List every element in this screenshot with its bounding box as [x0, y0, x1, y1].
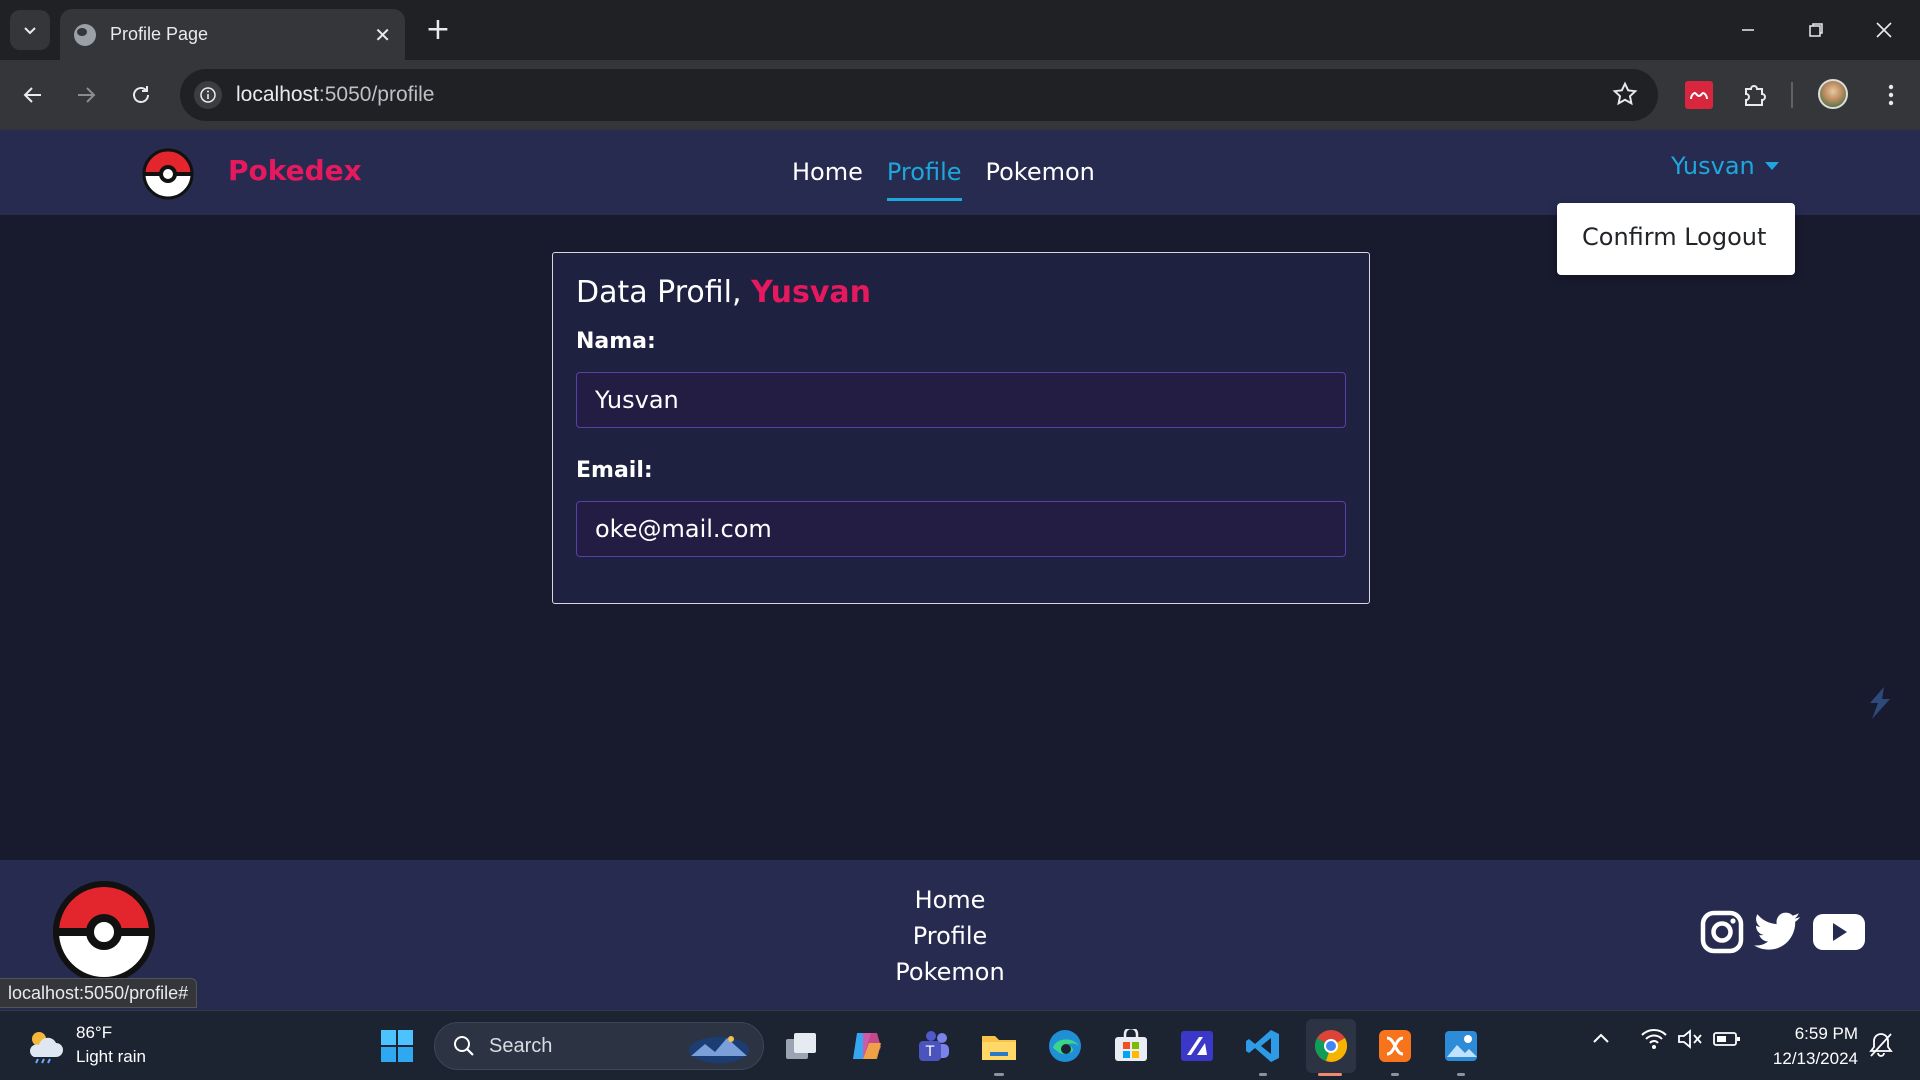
url-text[interactable]: localhost:5050/profile [236, 83, 434, 107]
bookmark-star-icon[interactable] [1612, 81, 1638, 111]
running-indicator [1457, 1073, 1465, 1076]
user-name: Yusvan [1671, 152, 1755, 180]
clock-time: 6:59 PM [1794, 1024, 1858, 1043]
reload-icon [133, 86, 149, 103]
tab-close-icon[interactable]: ✕ [374, 23, 391, 47]
footer-pokeball-icon [52, 881, 156, 983]
minimize-icon [1742, 29, 1754, 31]
floating-tool-icon[interactable] [1864, 685, 1896, 721]
footer-link-profile[interactable]: Profile [860, 918, 1040, 954]
windows-logo-icon [381, 1030, 413, 1062]
microsoft-store-icon[interactable] [1110, 1025, 1152, 1067]
nav-pokemon[interactable]: Pokemon [974, 130, 1107, 215]
battery-icon[interactable] [1712, 1027, 1742, 1051]
footer-link-pokemon[interactable]: Pokemon [860, 954, 1040, 990]
active-indicator [1318, 1073, 1342, 1076]
extensions-puzzle-icon[interactable] [1740, 81, 1768, 109]
browser-toolbar: localhost:5050/profile [0, 60, 1920, 130]
close-window-button[interactable] [1850, 0, 1918, 60]
clock-date: 12/13/2024 [1772, 1049, 1858, 1068]
user-dropdown-menu: Confirm Logout [1557, 203, 1795, 275]
new-tab-button[interactable]: + [420, 12, 456, 48]
browser-menu-icon[interactable] [1877, 81, 1905, 109]
running-indicator [994, 1073, 1004, 1076]
profile-avatar[interactable] [1818, 79, 1848, 109]
globe-icon [74, 23, 96, 46]
name-field[interactable]: Yusvan [576, 372, 1346, 428]
profile-title: Data Profil, Yusvan [576, 275, 871, 310]
restore-icon [1809, 23, 1823, 37]
running-indicator [1259, 1073, 1267, 1076]
email-label: Email: [576, 458, 653, 483]
social-links [1700, 910, 1866, 954]
browser-tabbar: Profile Page ✕ + [0, 0, 1920, 60]
site-footer: Home Profile Pokemon [0, 860, 1920, 1010]
confirm-logout-item[interactable]: Confirm Logout [1582, 223, 1766, 251]
close-icon [1876, 22, 1892, 38]
instagram-icon[interactable] [1700, 910, 1744, 954]
toolbar-divider [1791, 82, 1793, 108]
copilot-icon[interactable] [846, 1025, 888, 1067]
reload-button[interactable] [123, 77, 159, 113]
taskbar-search[interactable]: Search [434, 1022, 764, 1070]
chrome-taskbar-icon[interactable] [1306, 1019, 1356, 1073]
taskbar-clock[interactable]: 6:59 PM 12/13/2024 [1752, 1021, 1858, 1071]
volume-muted-icon[interactable] [1676, 1027, 1704, 1051]
footer-links: Home Profile Pokemon [860, 882, 1040, 990]
chevron-up-icon[interactable] [1590, 1028, 1612, 1050]
twitter-icon[interactable] [1754, 912, 1802, 952]
start-button[interactable] [376, 1025, 418, 1067]
profile-card: Data Profil, Yusvan Nama: Yusvan Email: … [552, 252, 1370, 604]
pokeball-logo-icon[interactable] [142, 148, 194, 200]
link-status-bubble: localhost:5050/profile# [0, 978, 198, 1008]
teams-icon[interactable]: T [912, 1025, 954, 1067]
nav-profile[interactable]: Profile [875, 130, 974, 215]
weather-condition: Light rain [76, 1047, 146, 1066]
main-nav: Home Profile Pokemon [780, 130, 1107, 215]
browser-tab[interactable]: Profile Page ✕ [60, 9, 405, 60]
youtube-icon[interactable] [1812, 912, 1866, 952]
back-button[interactable] [15, 77, 51, 113]
svg-text:T: T [925, 1044, 935, 1060]
file-explorer-icon[interactable] [978, 1025, 1020, 1067]
tab-title: Profile Page [110, 24, 209, 44]
tab-search-button[interactable] [10, 10, 50, 50]
address-bar[interactable]: localhost:5050/profile [180, 69, 1658, 121]
profile-title-name: Yusvan [751, 275, 871, 310]
azure-studio-icon[interactable] [1176, 1025, 1218, 1067]
edge-icon[interactable] [1044, 1025, 1086, 1067]
cloud-rain-sun-icon [30, 1032, 63, 1064]
weather-temperature: 86°F [76, 1023, 113, 1042]
search-highlight-icon [689, 1036, 749, 1063]
task-view-icon[interactable] [780, 1025, 822, 1067]
caret-down-icon [1764, 162, 1779, 170]
brand-name[interactable]: Pokedex [228, 154, 362, 187]
forward-button[interactable] [68, 77, 104, 113]
search-placeholder: Search [489, 1034, 553, 1057]
xampp-icon[interactable] [1374, 1025, 1416, 1067]
arrow-left-icon [23, 87, 41, 103]
chevron-down-icon [24, 27, 36, 35]
search-icon [454, 1036, 474, 1056]
minimize-button[interactable] [1714, 0, 1782, 60]
mendeley-extension-icon[interactable] [1685, 81, 1713, 109]
notification-bell-icon[interactable] [1868, 1031, 1894, 1059]
system-tray [1590, 1027, 1742, 1051]
photos-icon[interactable] [1440, 1025, 1482, 1067]
wifi-icon[interactable] [1640, 1027, 1668, 1051]
site-info-icon[interactable] [194, 81, 222, 109]
weather-widget[interactable]: 86°F Light rain [24, 1021, 146, 1069]
running-indicator [1391, 1073, 1399, 1076]
vscode-icon[interactable] [1242, 1025, 1284, 1067]
email-field[interactable]: oke@mail.com [576, 501, 1346, 557]
footer-link-home[interactable]: Home [860, 882, 1040, 918]
user-dropdown-toggle[interactable]: Yusvan [1671, 152, 1779, 180]
name-label: Nama: [576, 329, 656, 354]
restore-button[interactable] [1782, 0, 1850, 60]
arrow-right-icon [78, 87, 96, 103]
nav-home[interactable]: Home [780, 130, 875, 215]
windows-taskbar: 86°F Light rain Search T 6:59 PM 12/13/2… [0, 1010, 1920, 1080]
